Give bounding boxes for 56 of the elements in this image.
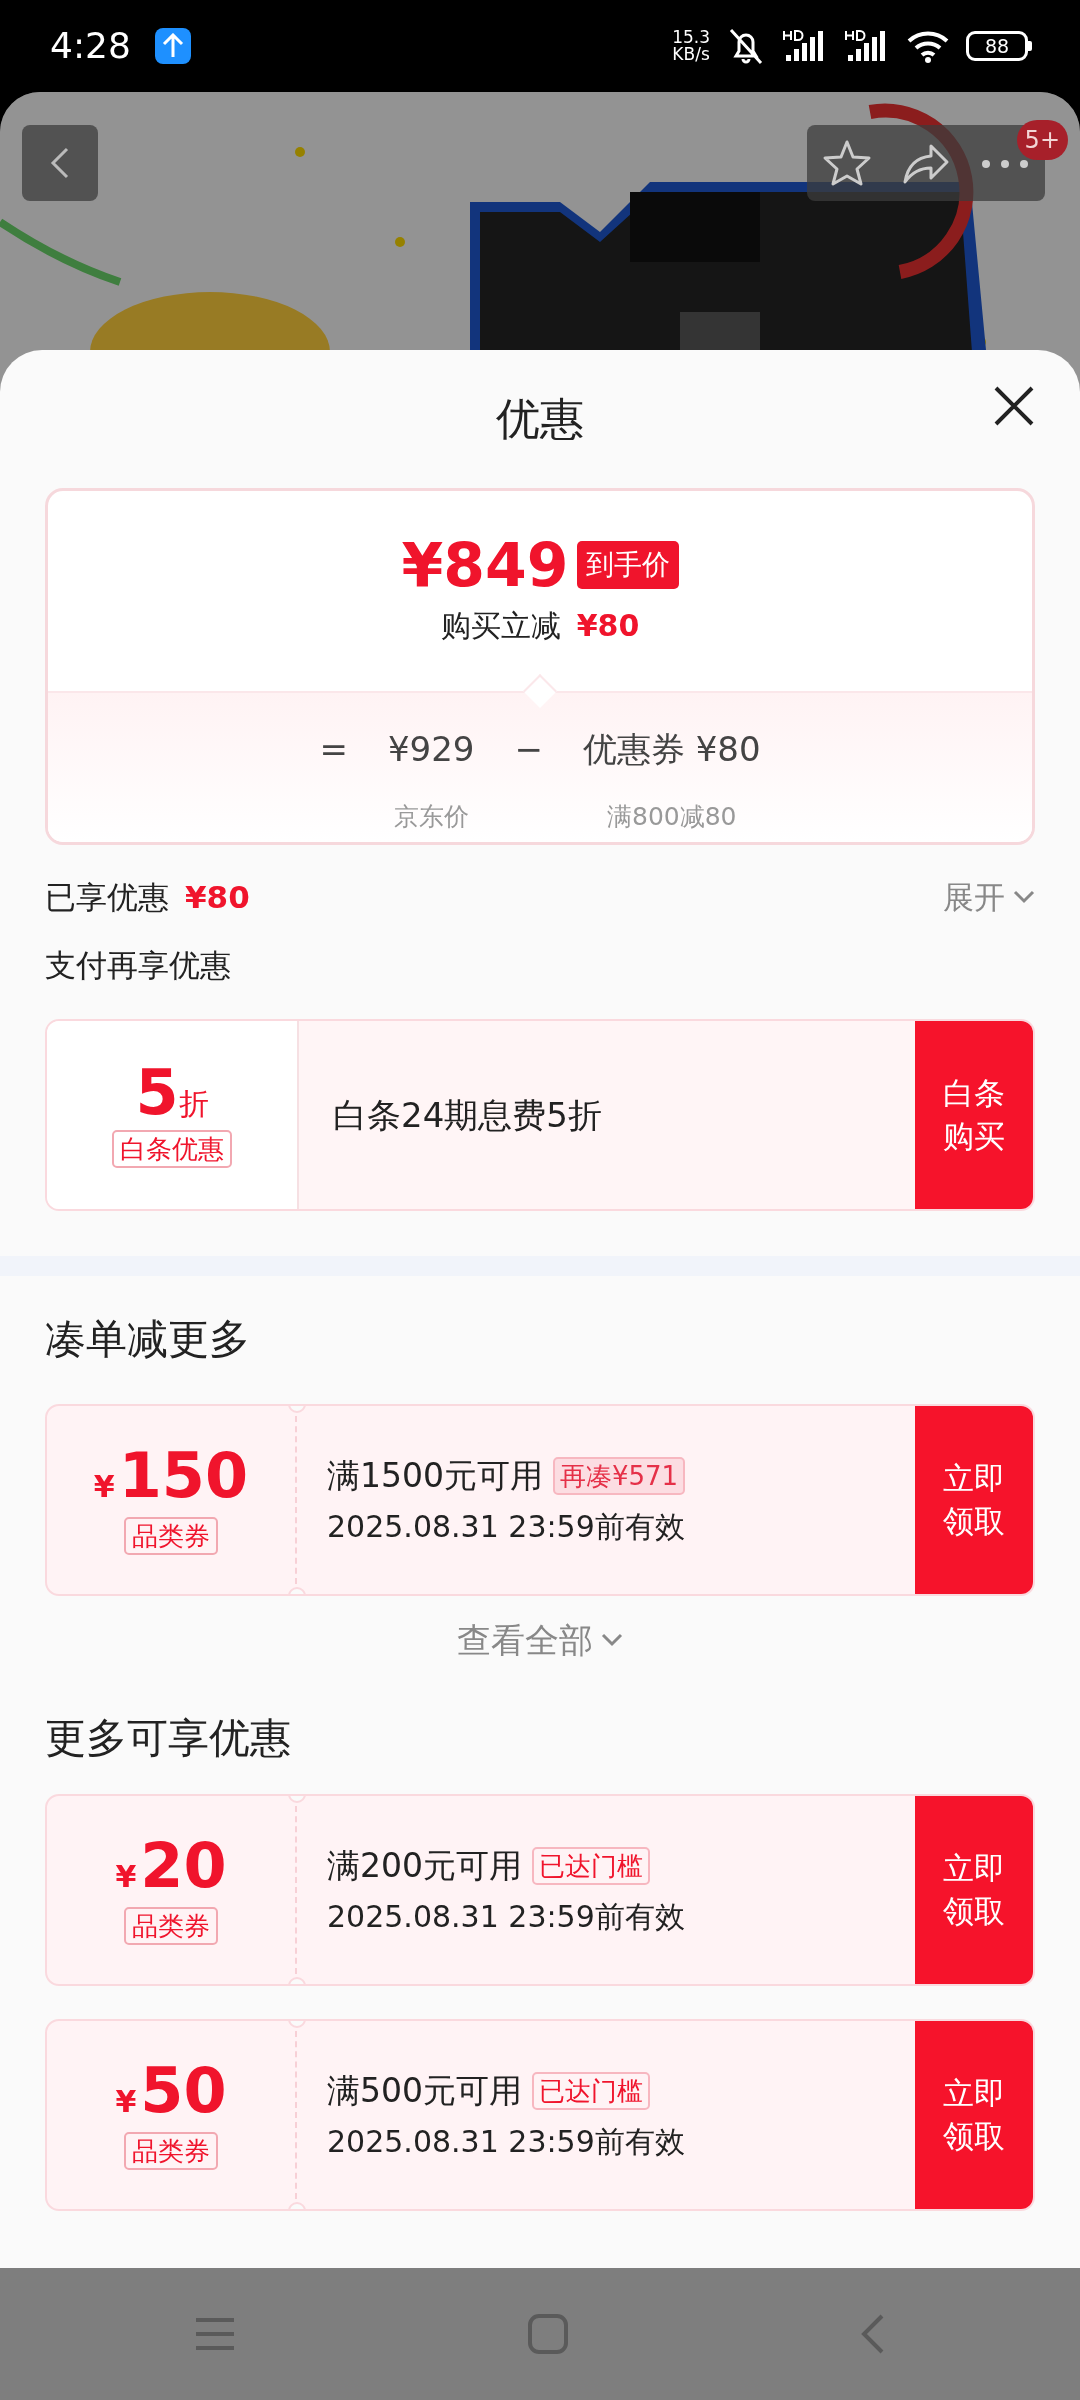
clock: 4:28 (50, 24, 131, 68)
discount-amount: ¥80 (576, 606, 640, 645)
validity-text: 2025.08.31 23:59前有效 (327, 2123, 686, 2162)
validity-text: 2025.08.31 23:59前有效 (327, 1898, 686, 1937)
coupon-amount: 20 (140, 1835, 227, 1897)
currency-sign: ¥ (115, 1858, 137, 1896)
chevron-down-icon (1013, 890, 1035, 904)
validity-text: 2025.08.31 23:59前有效 (327, 1508, 686, 1547)
view-all-button[interactable]: 查看全部 (457, 1614, 623, 1666)
savings-amount: ¥80 (185, 877, 250, 917)
equals-sign: = (319, 727, 348, 771)
price-tag: 到手价 (576, 540, 679, 589)
currency-sign: ¥ (93, 1468, 115, 1506)
savings-label: 已享优惠 (45, 877, 169, 917)
offer-tag: 白条优惠 (112, 1130, 232, 1168)
favorite-button[interactable] (821, 138, 872, 188)
section-title: 凑单减更多 (45, 1314, 250, 1366)
offer-description: 白条24期息费5折 (333, 1093, 602, 1137)
coupon-amount: 50 (140, 2060, 227, 2122)
star-icon (821, 138, 872, 188)
claim-button[interactable]: 立即领取 (915, 1796, 1033, 1984)
coupon-tag: 品类券 (124, 1517, 218, 1555)
upload-icon (154, 28, 191, 64)
back-button[interactable] (22, 125, 98, 201)
discount-label: 购买立减 (440, 606, 561, 645)
sheet-title: 优惠 (496, 392, 584, 446)
discount-value: 5 (135, 1062, 179, 1124)
coupon-condition: 满200元可用 (327, 1844, 522, 1887)
base-price: ¥929 (387, 727, 475, 771)
status-tag: 已达门槛 (532, 2071, 650, 2110)
coupon-amount: 150 (118, 1445, 249, 1507)
coupon-condition: 满500元可用 (327, 2069, 522, 2112)
network-speed: 15.3 (672, 29, 710, 46)
coupon-price: 优惠券 ¥80 (582, 727, 761, 771)
claim-button[interactable]: 立即领取 (915, 2021, 1033, 2209)
buy-button[interactable]: 白条购买 (915, 1021, 1033, 1209)
currency-sign: ¥ (115, 2083, 137, 2121)
claim-button[interactable]: 立即领取 (915, 1406, 1033, 1594)
chevron-down-icon (601, 1633, 623, 1647)
status-tag: 再凑¥571 (553, 1456, 686, 1495)
expand-button[interactable]: 展开 (943, 873, 1035, 921)
wifi-icon (906, 29, 950, 63)
section-title: 支付再享优惠 (45, 949, 232, 981)
final-price: ¥849 (401, 534, 569, 595)
more-icon (980, 157, 1031, 170)
discount-unit: 折 (178, 1086, 209, 1123)
status-tag: 已达门槛 (532, 1846, 650, 1885)
price-caption: 京东价 (393, 800, 469, 833)
section-title: 更多可享优惠 (45, 1713, 291, 1765)
coupon-caption: 满800减80 (607, 800, 737, 833)
network-speed-unit: KB/s (672, 46, 710, 63)
battery-level: 88 (966, 31, 1028, 61)
coupon-condition: 满1500元可用 (327, 1454, 543, 1497)
minus-sign: − (514, 727, 543, 771)
coupon-tag: 品类券 (124, 1907, 218, 1945)
coupon-tag: 品类券 (124, 2132, 218, 2170)
